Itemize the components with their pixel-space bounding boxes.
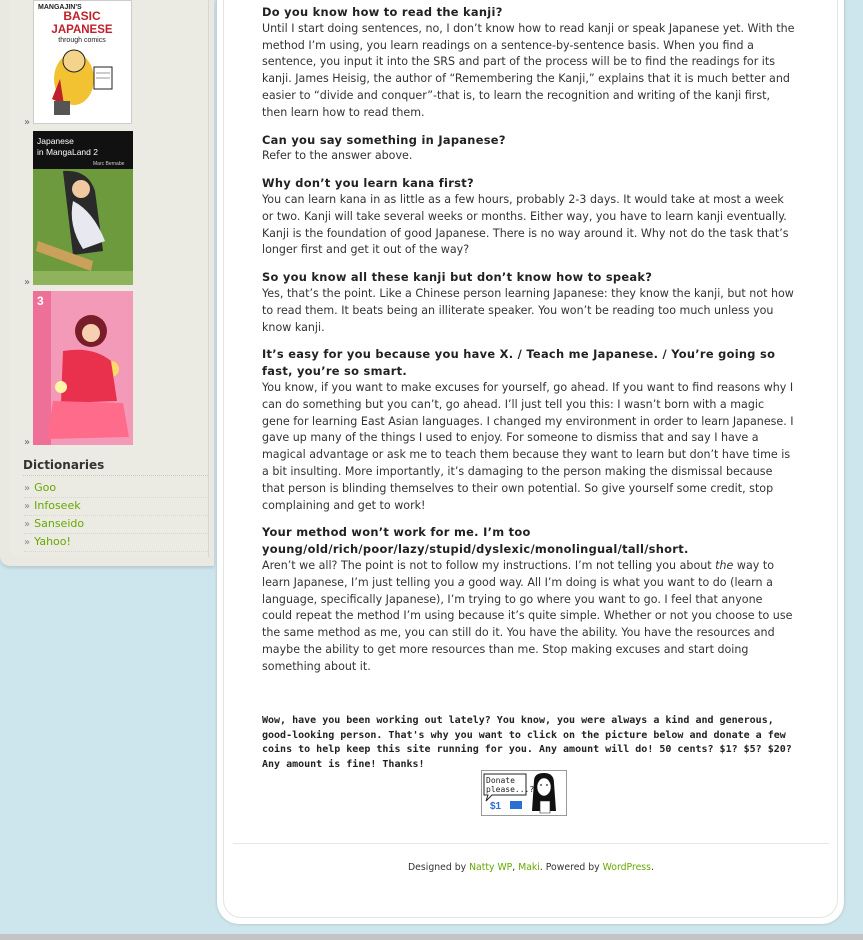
dictionary-item-infoseek: » Infoseek [24, 499, 208, 516]
faq-item: It’s easy for you because you have X. / … [262, 346, 795, 514]
faq-answer-emphasis: the [715, 558, 734, 572]
footer-prefix: Designed by [408, 862, 470, 873]
book-bullet: » [24, 437, 31, 448]
faq-item: Do you know how to read the kanji? Until… [262, 4, 795, 122]
coin-cup-icon [510, 801, 522, 809]
footer-suffix: . [651, 862, 654, 873]
dictionary-item-goo: » Goo [24, 481, 208, 498]
book-subtitle: through comics [58, 37, 106, 44]
faq-answer: You can learn kana in as little as a few… [262, 192, 789, 257]
book-title-line2: JAPANESE [51, 24, 112, 36]
dictionary-link-sanseido[interactable]: Sanseido [34, 517, 84, 530]
faq-answer-part: good way. All I’m doing is what you want… [262, 575, 793, 673]
book-cover-art: 3 [33, 291, 133, 445]
donate-text-line1: Donate [486, 776, 515, 785]
book-bullet: » [24, 277, 31, 288]
footer-link-natty-wp[interactable]: Natty WP [469, 862, 512, 873]
donate-button[interactable]: Donate please...? $1 [481, 770, 567, 816]
faq-question: It’s easy for you because you have X. / … [262, 347, 776, 379]
faq-answer: Refer to the answer above. [262, 149, 413, 163]
dictionary-item-sanseido: » Sanseido [24, 517, 208, 534]
book-bullet: » [24, 117, 31, 128]
faq-item: So you know all these kanji but don’t kn… [262, 269, 795, 336]
footer-link-maki[interactable]: Maki [518, 862, 540, 873]
book-cover-basic-japanese[interactable]: MANGAJIN'S BASIC JAPANESE through comics [33, 0, 132, 124]
faq-question: Your method won’t work for me. I’m too y… [262, 525, 689, 557]
book-cover-japanese-in-mangaland-2[interactable]: Japanese in MangaLand 2 Marc Bernabe [33, 131, 133, 285]
book-volume-number: 3 [37, 294, 44, 308]
dictionaries-heading: Dictionaries [23, 458, 208, 476]
window-bottom-edge [0, 934, 863, 940]
arrow-icon: » [24, 483, 31, 494]
dictionary-link-goo[interactable]: Goo [34, 481, 56, 494]
faq-question: So you know all these kanji but don’t kn… [262, 270, 653, 285]
donate-image: Donate please...? $1 [482, 771, 566, 815]
faq-item: Your method won’t work for me. I’m too y… [262, 524, 795, 675]
arrow-icon: » [24, 537, 31, 548]
donate-amount: $1 [490, 801, 502, 812]
faq-question: Can you say something in Japanese? [262, 132, 506, 147]
faq-item: Why don’t you learn kana first? You can … [262, 175, 795, 259]
dictionary-link-yahoo[interactable]: Yahoo! [34, 535, 71, 548]
arrow-icon: » [24, 501, 31, 512]
dictionary-link-infoseek[interactable]: Infoseek [34, 499, 80, 512]
footer-mid: . Powered by [539, 862, 603, 873]
book-cover-art: Japanese in MangaLand 2 Marc Bernabe [33, 131, 133, 285]
faq-answer: Aren’t we all? The point is not to follo… [262, 558, 795, 676]
faq-answer: Yes, that’s the point. Like a Chinese pe… [262, 286, 794, 334]
donate-message: Wow, have you been working out lately? Y… [262, 715, 792, 770]
faq-question: Do you know how to read the kanji? [262, 5, 503, 19]
faq-answer-emphasis: a [457, 575, 465, 589]
book-author: Marc Bernabe [93, 161, 125, 167]
faq-item: Can you say something in Japanese? Refer… [262, 132, 795, 166]
book-title-line1: BASIC [63, 9, 101, 23]
book-title-line2: in MangaLand 2 [37, 147, 98, 157]
donate-text-line2: please...? [486, 785, 534, 794]
footer-link-wordpress[interactable]: WordPress [603, 862, 651, 873]
faq-content: Do you know how to read the kanji? Until… [262, 4, 795, 685]
faq-answer: You know, if you want to make excuses fo… [262, 380, 794, 512]
footer-credits: Designed by Natty WP, Maki. Powered by W… [233, 862, 829, 873]
faq-answer: Until I start doing sentences, no, I don… [262, 21, 795, 119]
dictionary-item-yahoo: » Yahoo! [24, 535, 208, 552]
book-cover-sailor-moon-3[interactable]: 3 [33, 291, 133, 445]
faq-answer-part: Aren’t we all? The point is not to follo… [262, 558, 716, 572]
book-cover-art: MANGAJIN'S BASIC JAPANESE through comics [34, 1, 131, 123]
arrow-icon: » [24, 519, 31, 530]
faq-question: Why don’t you learn kana first? [262, 176, 474, 191]
footer-divider [233, 843, 829, 844]
book-title-line1: Japanese [37, 136, 74, 146]
